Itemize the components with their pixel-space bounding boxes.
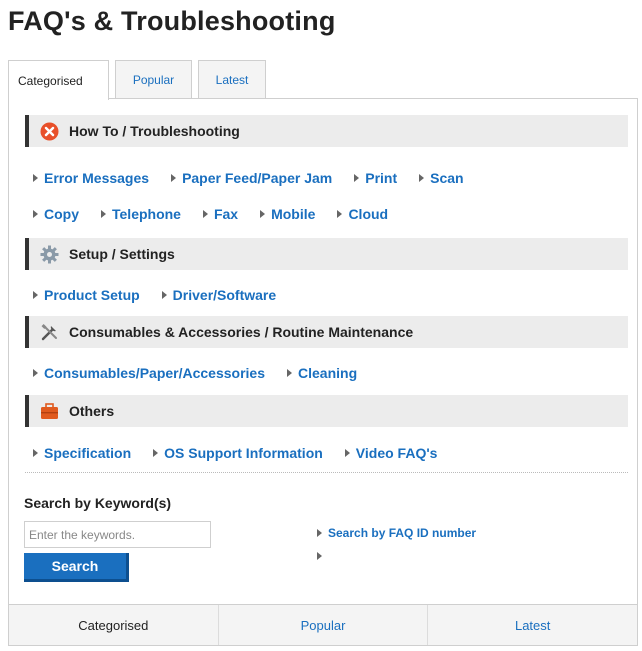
bottom-tabs: Categorised Popular Latest: [8, 604, 638, 646]
section-divider: [25, 472, 628, 473]
arrow-right-icon: [33, 291, 38, 299]
faq-link-paper-feed[interactable]: Paper Feed/Paper Jam: [171, 170, 332, 186]
link-row: Copy Telephone Fax Mobile Cloud: [33, 206, 410, 222]
categorised-panel: How To / Troubleshooting Error Messages …: [8, 98, 638, 605]
section-header-others: Others: [25, 395, 628, 427]
faq-link-specification[interactable]: Specification: [33, 445, 131, 461]
toolbox-icon: [39, 401, 59, 421]
faq-link-driver-software[interactable]: Driver/Software: [161, 287, 276, 303]
arrow-right-icon: [33, 449, 38, 457]
faq-link-scan[interactable]: Scan: [419, 170, 464, 186]
section-title: Others: [69, 403, 115, 419]
arrow-right-icon: [153, 449, 159, 457]
faq-link-os-support[interactable]: OS Support Information: [153, 445, 323, 461]
arrow-right-icon: [337, 210, 343, 218]
faq-link-mobile[interactable]: Mobile: [260, 206, 315, 222]
search-input[interactable]: [24, 521, 211, 548]
search-button[interactable]: Search: [24, 553, 129, 582]
section-title: Consumables & Accessories / Routine Main…: [69, 324, 414, 340]
faq-link-fax[interactable]: Fax: [202, 206, 238, 222]
faq-link-error-messages[interactable]: Error Messages: [33, 170, 149, 186]
section-title: Setup / Settings: [69, 246, 175, 262]
arrow-right-icon: [33, 210, 38, 218]
arrow-right-icon: [317, 529, 322, 537]
faq-link-video-faqs[interactable]: Video FAQ's: [344, 445, 437, 461]
error-circle-icon: [39, 121, 59, 141]
link-row: Error Messages Paper Feed/Paper Jam Prin…: [33, 170, 486, 186]
arrow-right-icon: [101, 210, 106, 218]
faq-link-print[interactable]: Print: [354, 170, 397, 186]
faq-link-telephone[interactable]: Telephone: [101, 206, 181, 222]
search-side-link-empty[interactable]: [317, 546, 476, 566]
category-tabs: Categorised Popular Latest: [8, 60, 272, 100]
arrow-right-icon: [344, 449, 350, 457]
arrow-right-icon: [260, 210, 266, 218]
search-title: Search by Keyword(s): [24, 495, 172, 511]
arrow-right-icon: [33, 369, 38, 377]
tab-popular[interactable]: Popular: [115, 60, 192, 99]
arrow-right-icon: [161, 291, 167, 299]
arrow-right-icon: [33, 174, 38, 182]
tab-categorised[interactable]: Categorised: [8, 60, 109, 100]
arrow-right-icon: [354, 174, 360, 182]
tab-latest[interactable]: Latest: [198, 60, 266, 99]
arrow-right-icon: [317, 552, 322, 560]
page-title: FAQ's & Troubleshooting: [8, 6, 336, 36]
search-by-faq-id-link[interactable]: Search by FAQ ID number: [317, 523, 476, 543]
gear-icon: [39, 244, 59, 264]
bottom-tab-categorised[interactable]: Categorised: [9, 605, 219, 645]
faq-link-consumables[interactable]: Consumables/Paper/Accessories: [33, 365, 265, 381]
bottom-tab-latest[interactable]: Latest: [428, 605, 637, 645]
section-header-how-to: How To / Troubleshooting: [25, 115, 628, 147]
faq-link-product-setup[interactable]: Product Setup: [33, 287, 140, 303]
search-side-links: Search by FAQ ID number: [317, 523, 476, 569]
section-header-consumables: Consumables & Accessories / Routine Main…: [25, 316, 628, 348]
arrow-right-icon: [202, 210, 208, 218]
bottom-tab-popular[interactable]: Popular: [219, 605, 429, 645]
faq-link-copy[interactable]: Copy: [33, 206, 79, 222]
link-row: Consumables/Paper/Accessories Cleaning: [33, 365, 379, 381]
section-title: How To / Troubleshooting: [69, 123, 240, 139]
tools-icon: [39, 322, 59, 342]
faq-link-cloud[interactable]: Cloud: [337, 206, 388, 222]
link-row: Specification OS Support Information Vid…: [33, 445, 459, 461]
section-header-setup: Setup / Settings: [25, 238, 628, 270]
arrow-right-icon: [287, 369, 292, 377]
link-row: Product Setup Driver/Software: [33, 287, 298, 303]
faq-link-cleaning[interactable]: Cleaning: [287, 365, 357, 381]
arrow-right-icon: [419, 174, 425, 182]
arrow-right-icon: [171, 174, 177, 182]
